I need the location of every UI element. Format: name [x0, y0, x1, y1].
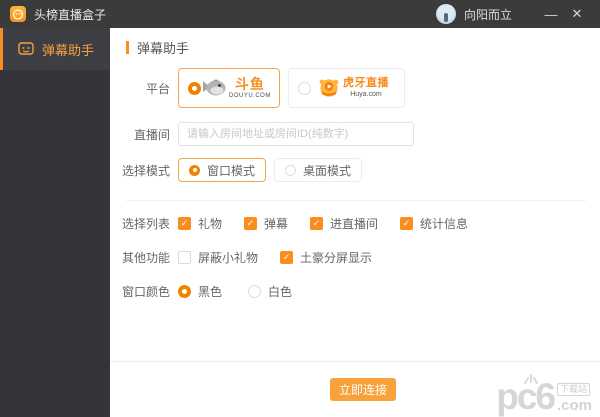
radio-color-black[interactable]: 黑色 — [178, 283, 222, 300]
radio-selected-icon — [178, 284, 191, 298]
checkbox-checked-icon: ✓ — [310, 216, 324, 230]
pc6-com-text: .com — [556, 397, 592, 414]
title-accent-bar — [126, 41, 129, 54]
mode-option-window[interactable]: 窗口模式 — [178, 158, 267, 182]
checkbox-label: 礼物 — [198, 216, 223, 231]
pc6-logo-text: pc6 — [496, 376, 556, 417]
radio-unselected-icon — [285, 164, 297, 176]
room-row: 直播间 — [120, 122, 414, 146]
sidebar-item-label: 弹幕助手 — [42, 42, 95, 58]
radio-label: 黑色 — [198, 284, 223, 299]
page-title: 弹幕助手 — [137, 41, 190, 56]
checkbox-unchecked-icon — [178, 250, 191, 264]
sparkle-icon — [524, 374, 539, 385]
checkbox-checked-icon: ✓ — [178, 216, 191, 230]
mode-option-label: 桌面模式 — [303, 163, 352, 178]
huya-logo: 虎牙直播 Huya.com — [317, 77, 389, 99]
list-label: 选择列表 — [121, 216, 170, 231]
platform-option-douyu[interactable]: 斗鱼 DOUYU.COM — [178, 68, 280, 108]
douyu-name: 斗鱼 — [234, 76, 265, 92]
checkbox-danmaku[interactable]: ✓ 弹幕 — [244, 215, 288, 232]
main-content: 弹幕助手 平台 斗鱼 DOUYU.COM 虎牙直播 Huya.com 直播间 请… — [110, 28, 600, 417]
checkbox-checked-icon: ✓ — [280, 250, 294, 264]
page-header: 弹幕助手 — [126, 38, 189, 57]
checkbox-gifts[interactable]: ✓ 礼物 — [178, 215, 222, 232]
platform-option-huya[interactable]: 虎牙直播 Huya.com — [288, 68, 405, 108]
checkbox-checked-icon: ✓ — [244, 216, 258, 230]
checkbox-statistics[interactable]: ✓ 统计信息 — [400, 215, 468, 232]
douyu-domain: DOUYU.COM — [229, 93, 271, 99]
radio-label: 白色 — [268, 284, 293, 299]
checkbox-label: 统计信息 — [420, 216, 469, 231]
checkbox-label: 进直播间 — [330, 216, 379, 231]
platform-row: 平台 斗鱼 DOUYU.COM 虎牙直播 Huya.com — [120, 68, 405, 108]
douyu-logo: 斗鱼 DOUYU.COM — [201, 77, 271, 99]
huya-name: 虎牙直播 — [343, 77, 389, 89]
checkbox-label: 弹幕 — [264, 216, 289, 231]
other-row: 其他功能 屏蔽小礼物 ✓ 土豪分屏显示 — [120, 248, 394, 266]
sidebar-item-danmaku-assistant[interactable]: 弹幕助手 — [0, 28, 110, 70]
checkbox-checked-icon: ✓ — [400, 216, 414, 230]
radio-unselected-icon — [298, 81, 311, 95]
room-id-input[interactable] — [178, 122, 414, 146]
mode-option-label: 窗口模式 — [207, 163, 256, 178]
color-label: 窗口颜色 — [121, 284, 170, 299]
list-row: 选择列表 ✓ 礼物 ✓ 弹幕 ✓ 进直播间 ✓ 统计信息 — [120, 214, 490, 232]
color-row: 窗口颜色 黑色 白色 — [120, 283, 318, 299]
checkbox-rich-split-screen[interactable]: ✓ 土豪分屏显示 — [280, 249, 372, 266]
mode-option-desktop[interactable]: 桌面模式 — [274, 158, 363, 182]
radio-color-white[interactable]: 白色 — [248, 283, 292, 300]
user-avatar[interactable] — [435, 4, 456, 24]
mode-label: 选择模式 — [121, 163, 170, 178]
sidebar: 弹幕助手 — [0, 28, 110, 417]
huya-domain: Huya.com — [350, 91, 382, 98]
connect-now-button[interactable]: 立即连接 — [330, 378, 396, 401]
app-window: 头榜直播盒子 向阳而立 — ✕ 弹幕助手 弹幕助手 平台 斗鱼 DOUYU.CO… — [0, 0, 600, 417]
app-title: 头榜直播盒子 — [34, 7, 107, 22]
radio-selected-icon — [188, 81, 201, 95]
room-label: 直播间 — [133, 127, 170, 142]
footer-divider — [110, 361, 600, 362]
douyu-fish-icon — [203, 79, 226, 96]
other-label: 其他功能 — [121, 250, 170, 265]
username-label[interactable]: 向阳而立 — [464, 6, 512, 23]
radio-unselected-icon — [248, 284, 262, 298]
app-logo-icon — [10, 6, 26, 22]
mode-row: 选择模式 窗口模式 桌面模式 — [120, 158, 370, 182]
minimize-button[interactable]: — — [538, 0, 564, 28]
section-divider — [126, 200, 586, 201]
pc6-watermark: pc6 下载站 .com — [496, 374, 592, 417]
checkbox-label: 土豪分屏显示 — [300, 250, 373, 265]
danmaku-icon — [18, 42, 34, 55]
huya-tiger-icon — [319, 79, 339, 97]
platform-label: 平台 — [145, 81, 170, 96]
checkbox-enter-room[interactable]: ✓ 进直播间 — [310, 215, 378, 232]
titlebar: 头榜直播盒子 向阳而立 — ✕ — [0, 0, 600, 28]
close-button[interactable]: ✕ — [564, 0, 590, 28]
download-site-badge: 下载站 — [556, 383, 590, 396]
radio-selected-icon — [189, 164, 200, 176]
checkbox-label: 屏蔽小礼物 — [198, 250, 259, 265]
checkbox-block-small-gifts[interactable]: 屏蔽小礼物 — [178, 249, 258, 266]
